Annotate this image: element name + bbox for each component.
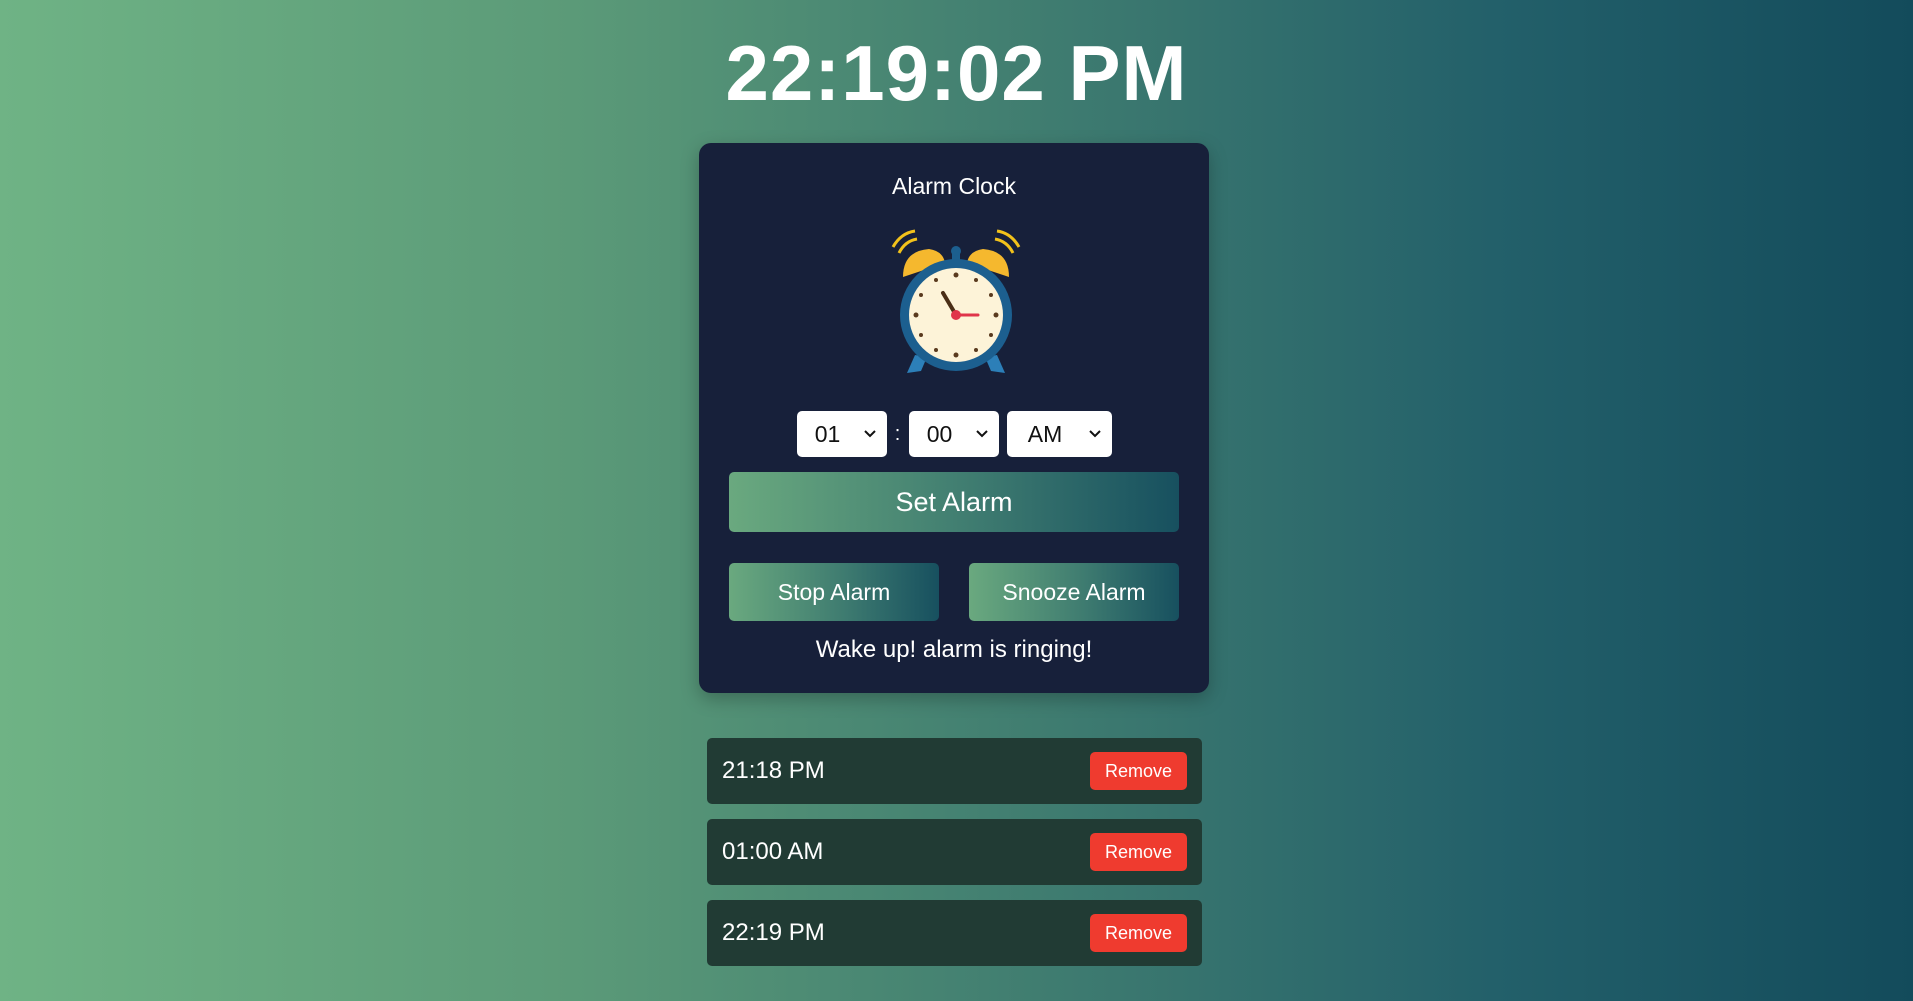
hour-select-value: 01	[814, 420, 841, 447]
ampm-select-value: AM	[1027, 420, 1063, 447]
set-alarm-button[interactable]: Set Alarm	[729, 472, 1179, 532]
chevron-down-icon	[859, 411, 881, 457]
snooze-alarm-button[interactable]: Snooze Alarm	[969, 563, 1179, 621]
alarm-time: 22:19 PM	[722, 919, 825, 946]
alarm-clock-icon	[885, 227, 1027, 379]
remove-alarm-button[interactable]: Remove	[1090, 914, 1187, 952]
ampm-select[interactable]: AM	[1006, 411, 1112, 457]
stop-alarm-button[interactable]: Stop Alarm	[729, 563, 939, 621]
card-title: Alarm Clock	[892, 173, 1016, 199]
chevron-down-icon	[971, 411, 993, 457]
remove-alarm-button[interactable]: Remove	[1090, 752, 1187, 790]
alarm-time-selects: 01 : 00 AM	[699, 411, 1209, 457]
minute-select[interactable]: 00	[908, 411, 999, 457]
alarm-list: 21:18 PM Remove 01:00 AM Remove 22:19 PM…	[707, 738, 1202, 981]
alarm-card: Alarm Clock 01: 00 AM Set Alarm Stop Al…	[699, 143, 1209, 693]
chevron-down-icon	[1084, 411, 1106, 457]
minute-select-value: 00	[926, 420, 953, 447]
alarm-time: 21:18 PM	[722, 757, 825, 784]
alarm-list-item: 22:19 PM Remove	[707, 900, 1202, 966]
remove-alarm-button[interactable]: Remove	[1090, 833, 1187, 871]
current-time-display: 22:19:02 PM	[725, 29, 1188, 117]
alarm-list-item: 01:00 AM Remove	[707, 819, 1202, 885]
alarm-time: 01:00 AM	[722, 838, 824, 865]
hour-select[interactable]: 01	[796, 411, 887, 457]
time-separator: :	[894, 422, 901, 445]
alarm-status-text: Wake up! alarm is ringing!	[815, 636, 1093, 663]
alarm-list-item: 21:18 PM Remove	[707, 738, 1202, 804]
